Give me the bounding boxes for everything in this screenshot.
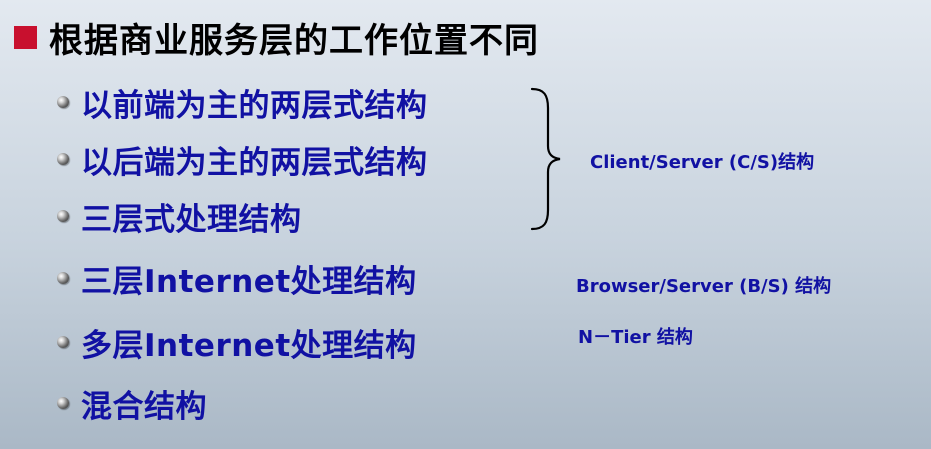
list-item-text: 以前端为主的两层式结构	[81, 87, 428, 124]
browser-server-note: Browser/Server (B/S) 结构	[576, 276, 832, 297]
heading-text: 根据商业服务层的工作位置不同	[49, 20, 539, 61]
list-item: 三层Internet处理结构	[57, 254, 417, 302]
list-item-text: 三层式处理结构	[81, 201, 302, 238]
round-bullet-icon	[57, 153, 69, 165]
list-item-text: 以后端为主的两层式结构	[81, 144, 428, 181]
slide-heading: 根据商业服务层的工作位置不同	[14, 12, 539, 62]
round-bullet-icon	[57, 96, 69, 108]
list-item: 三层式处理结构	[57, 192, 302, 240]
round-bullet-icon	[57, 210, 69, 222]
list-item: 混合结构	[57, 379, 207, 427]
list-item-text: 多层Internet处理结构	[81, 327, 417, 364]
heading-square-bullet-icon	[14, 25, 37, 49]
round-bullet-icon	[57, 336, 69, 348]
round-bullet-icon	[57, 397, 69, 409]
list-item: 多层Internet处理结构	[57, 318, 417, 366]
slide: 根据商业服务层的工作位置不同 以前端为主的两层式结构 以后端为主的两层式结构 三…	[0, 0, 931, 449]
list-item: 以后端为主的两层式结构	[57, 135, 428, 183]
list-item-text: 混合结构	[81, 388, 207, 425]
round-bullet-icon	[57, 272, 69, 284]
list-item: 以前端为主的两层式结构	[57, 78, 428, 126]
list-item-text: 三层Internet处理结构	[81, 263, 417, 300]
client-server-note: Client/Server (C/S)结构	[590, 152, 815, 173]
n-tier-note: N－Tier 结构	[578, 327, 693, 348]
right-curly-brace-icon	[530, 87, 561, 231]
